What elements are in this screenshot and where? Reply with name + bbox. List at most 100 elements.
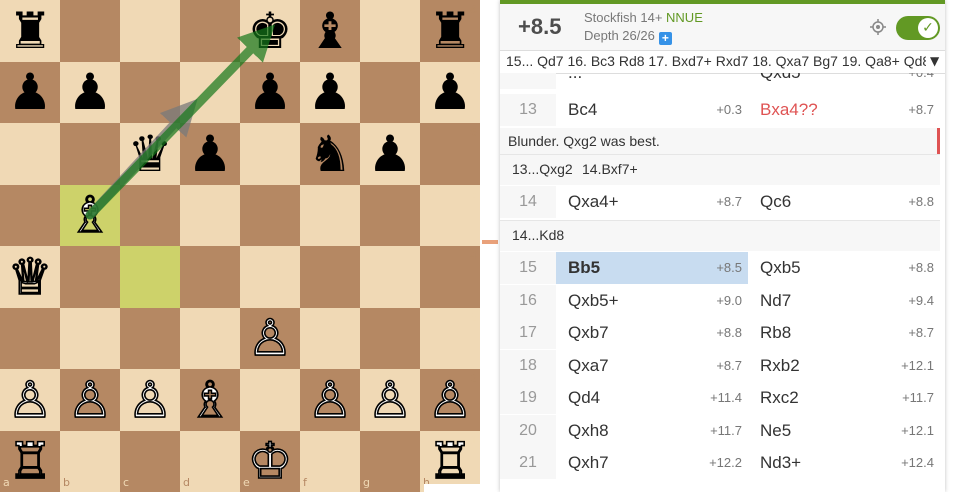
black-move[interactable]: Rb8 +8.7 [748, 317, 940, 349]
white-move[interactable]: Qxh7 +12.2 [556, 447, 748, 479]
white-move[interactable]: Qxa7 +8.7 [556, 350, 748, 382]
move-number [500, 73, 556, 89]
move-comment: Blunder. Qxg2 was best. [500, 128, 940, 154]
black-move[interactable]: Bxa4?? +8.7 [748, 94, 940, 126]
move-san: Qxa4+ [568, 192, 619, 211]
move-row: 15 Bb5 +8.5 Qxb5 +8.8 [500, 252, 940, 284]
white-move[interactable]: Qd4 +11.4 [556, 382, 748, 414]
engine-tech-badge: NNUE [666, 10, 703, 25]
move-eval: +8.7 [716, 194, 742, 209]
move-row: 20 Qxh8 +11.7 Ne5 +12.1 [500, 414, 940, 447]
variation-line[interactable]: 14...Kd8 [500, 220, 940, 251]
move-san: Rxb2 [760, 355, 800, 375]
move-san: Bb5 [568, 258, 601, 277]
engine-toggle[interactable]: ✓ [896, 16, 940, 40]
engine-name: Stockfish 14+ NNUE [584, 10, 703, 25]
blunder-marker [937, 128, 940, 154]
move-eval: +8.7 [716, 357, 742, 373]
move-san: Nd7 [760, 290, 792, 310]
white-move[interactable]: Qxb5+ +9.0 [556, 285, 748, 317]
move-number: 17 [500, 317, 556, 349]
black-move[interactable]: Nd7 +9.4 [748, 285, 940, 317]
white-move[interactable]: Qxb7 +8.8 [556, 317, 748, 349]
white-move[interactable]: Qxa4+ +8.7 [556, 186, 748, 218]
clock-fragment [424, 484, 480, 492]
move-row: 13 Bc4 +0.3 Bxa4?? +8.7 [500, 94, 940, 126]
variation-move[interactable]: 14...Kd8 [512, 227, 564, 243]
move-eval: +9.0 [716, 292, 742, 308]
locate-icon[interactable] [870, 19, 886, 35]
move-san: Qd4 [568, 388, 601, 407]
move-eval: +8.7 [908, 102, 934, 117]
move-san: Qxb7 [568, 323, 609, 342]
move-san: Qxh8 [568, 420, 609, 440]
engine-depth: Depth 26/26 + [584, 28, 672, 45]
caret-down-icon[interactable]: ▼ [930, 54, 939, 68]
move-eval: +12.1 [901, 357, 934, 373]
black-move[interactable]: Rxb2 +12.1 [748, 350, 940, 382]
move-eval: +8.8 [908, 260, 934, 275]
move-eval: +12.2 [709, 455, 742, 470]
move-san: Rxc2 [760, 388, 799, 407]
engine-depth-text: Depth 26/26 [584, 28, 655, 43]
move-eval: +11.4 [710, 390, 742, 405]
principal-variation[interactable]: 15... Qd7 16. Bc3 Rd8 17. Bxd7+ Rxd7 18.… [500, 51, 945, 74]
move-number: 19 [500, 382, 556, 414]
move-san: Bxa4?? [760, 100, 818, 119]
move-number: 14 [500, 186, 556, 218]
black-move[interactable]: Nd3+ +12.4 [748, 447, 940, 479]
move-number: 21 [500, 447, 556, 479]
move-number: 20 [500, 414, 556, 447]
black-move[interactable]: Qxb5 +8.8 [748, 252, 940, 284]
move-eval: +0.4 [908, 73, 934, 89]
eval-gauge-marker [482, 240, 498, 244]
move-san: Qxh7 [568, 453, 609, 472]
engine-name-text: Stockfish 14+ [584, 10, 663, 25]
best-move-arrow [85, 24, 276, 220]
variation-line[interactable]: 13...Qxg2 14.Bxf7+ [500, 154, 940, 185]
move-eval: +8.8 [716, 325, 742, 340]
white-move[interactable]: Bc4 +0.3 [556, 94, 748, 126]
move-row: 14 Qxa4+ +8.7 Qc6 +8.8 [500, 186, 940, 218]
move-number: 18 [500, 349, 556, 382]
eval-score: +8.5 [518, 14, 562, 39]
move-number: 15 [500, 252, 556, 284]
move-row: 21 Qxh7 +12.2 Nd3+ +12.4 [500, 447, 940, 479]
black-move[interactable]: Qc6 +8.8 [748, 186, 940, 218]
move-san: Qxb5+ [568, 290, 619, 310]
move-san: Nd3+ [760, 453, 802, 472]
variation-move[interactable]: 14.Bxf7+ [582, 161, 638, 177]
move-row: 19 Qd4 +11.4 Rxc2 +11.7 [500, 382, 940, 414]
move-eval: +0.3 [716, 102, 742, 117]
arrow-overlay [85, 24, 276, 220]
pv-text: 15... Qd7 16. Bc3 Rd8 17. Bxd7+ Rxd7 18.… [506, 53, 926, 69]
comment-text: Blunder. Qxg2 was best. [508, 133, 660, 149]
move-san: Qc6 [760, 192, 792, 211]
variation-move[interactable]: 13...Qxg2 [512, 161, 573, 177]
move-san: ... [568, 73, 582, 89]
board-resize-strip [480, 0, 500, 492]
white-move[interactable]: ... [556, 73, 748, 89]
analysis-panel: +8.5 Stockfish 14+ NNUE Depth 26/26 + ✓ 1… [500, 0, 945, 492]
move-eval: +9.4 [908, 292, 934, 308]
move-row: 17 Qxb7 +8.8 Rb8 +8.7 [500, 317, 940, 349]
move-eval: +12.1 [901, 422, 934, 438]
white-move[interactable]: Qxh8 +11.7 [556, 415, 748, 447]
move-row: ... Qxd5 +0.4 [500, 73, 940, 89]
move-san: Qxa7 [568, 355, 609, 375]
move-number: 16 [500, 284, 556, 317]
black-move[interactable]: Rxc2 +11.7 [748, 382, 940, 414]
plus-icon[interactable]: + [658, 32, 672, 45]
move-list: ... Qxd5 +0.4 13 Bc4 +0.3 Bxa4?? +8.7 Blund… [500, 73, 940, 492]
move-san: Qxd5 [760, 73, 801, 89]
black-move[interactable]: Qxd5 +0.4 [748, 73, 940, 89]
move-eval: +8.5 [716, 260, 742, 275]
move-san: Bc4 [568, 100, 598, 119]
white-move[interactable]: Bb5 +8.5 [556, 252, 748, 284]
chess-board[interactable]: 87654321abcdefgh♜♚♝♜♟♟♟♟♟♛♟♞♟♗♕♙♙♙♙♗♙♙♙♖… [0, 0, 480, 492]
move-san: Qxb5 [760, 258, 801, 277]
move-number: 13 [500, 94, 556, 126]
move-row: 16 Qxb5+ +9.0 Nd7 +9.4 [500, 284, 940, 317]
black-move[interactable]: Ne5 +12.1 [748, 415, 940, 447]
move-san: Ne5 [760, 420, 792, 440]
